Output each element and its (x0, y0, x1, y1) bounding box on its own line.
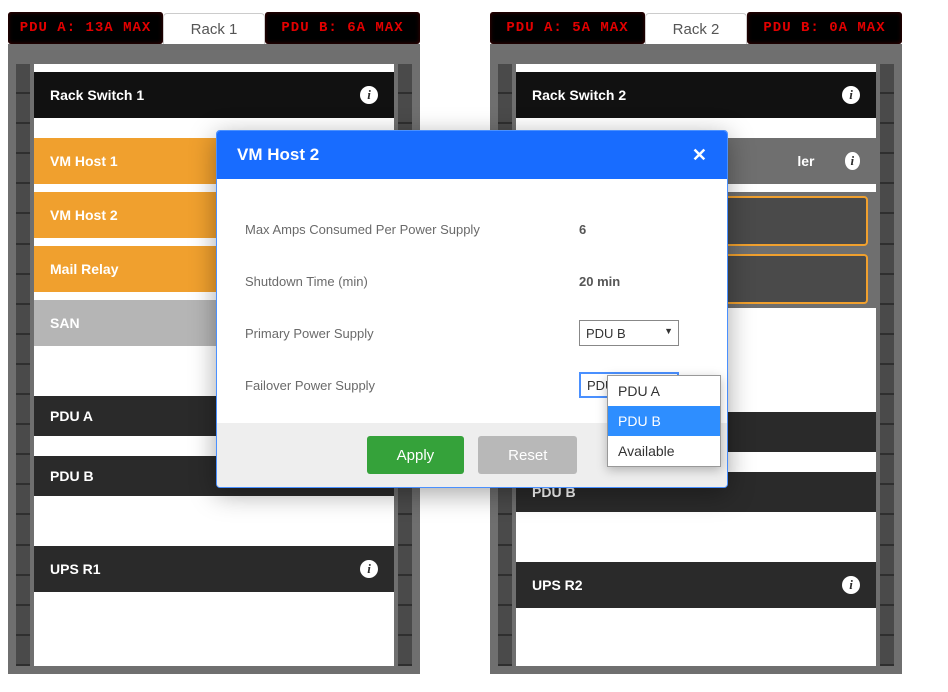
unit-label: SAN (50, 315, 80, 331)
modal-title: VM Host 2 (237, 145, 319, 165)
failover-dropdown-list: PDU A PDU B Available (607, 375, 721, 467)
unit-label: UPS R2 (532, 577, 583, 593)
unit-label: VM Host 2 (50, 207, 118, 223)
primary-power-select[interactable]: PDU B (579, 320, 679, 346)
shutdown-label: Shutdown Time (min) (245, 274, 579, 289)
unit-label: VM Host 1 (50, 153, 118, 169)
rack2-switch[interactable]: Rack Switch 2 i (516, 72, 876, 118)
rack2-pdu-a-display: PDU A: 5A MAX (490, 12, 645, 44)
rack2-ups[interactable]: UPS R2 i (516, 562, 876, 608)
shutdown-value: 20 min (579, 274, 699, 289)
apply-button[interactable]: Apply (367, 436, 465, 474)
unit-label: UPS R1 (50, 561, 101, 577)
unit-label: PDU A (50, 408, 93, 424)
info-icon[interactable]: i (842, 576, 860, 594)
unit-label: Rack Switch 1 (50, 87, 144, 103)
rack1-ups[interactable]: UPS R1 i (34, 546, 394, 592)
dropdown-option-available[interactable]: Available (608, 436, 720, 466)
unit-label: PDU B (50, 468, 94, 484)
rack-rail-left (16, 64, 30, 666)
info-icon[interactable]: i (842, 86, 860, 104)
rack1-switch[interactable]: Rack Switch 1 i (34, 72, 394, 118)
max-amps-label: Max Amps Consumed Per Power Supply (245, 222, 579, 237)
rack-rail-right (880, 64, 894, 666)
max-amps-value: 6 (579, 222, 699, 237)
rack2-pdu-b-display: PDU B: 0A MAX (747, 12, 902, 44)
dropdown-option-pdu-b[interactable]: PDU B (608, 406, 720, 436)
unit-label: Rack Switch 2 (532, 87, 626, 103)
close-icon[interactable]: ✕ (692, 145, 707, 166)
primary-power-label: Primary Power Supply (245, 326, 579, 341)
rack1-pdu-b-display: PDU B: 6A MAX (265, 12, 420, 44)
unit-label: Mail Relay (50, 261, 118, 277)
reset-button[interactable]: Reset (478, 436, 577, 474)
info-icon[interactable]: i (845, 152, 861, 170)
vm-host-modal: VM Host 2 ✕ Max Amps Consumed Per Power … (216, 130, 728, 488)
info-icon[interactable]: i (360, 86, 378, 104)
failover-power-label: Failover Power Supply (245, 378, 579, 393)
rack1-tab[interactable]: Rack 1 (163, 13, 265, 44)
info-icon[interactable]: i (360, 560, 378, 578)
dropdown-option-pdu-a[interactable]: PDU A (608, 376, 720, 406)
rack1-pdu-a-display: PDU A: 13A MAX (8, 12, 163, 44)
rack2-tab[interactable]: Rack 2 (645, 13, 747, 44)
